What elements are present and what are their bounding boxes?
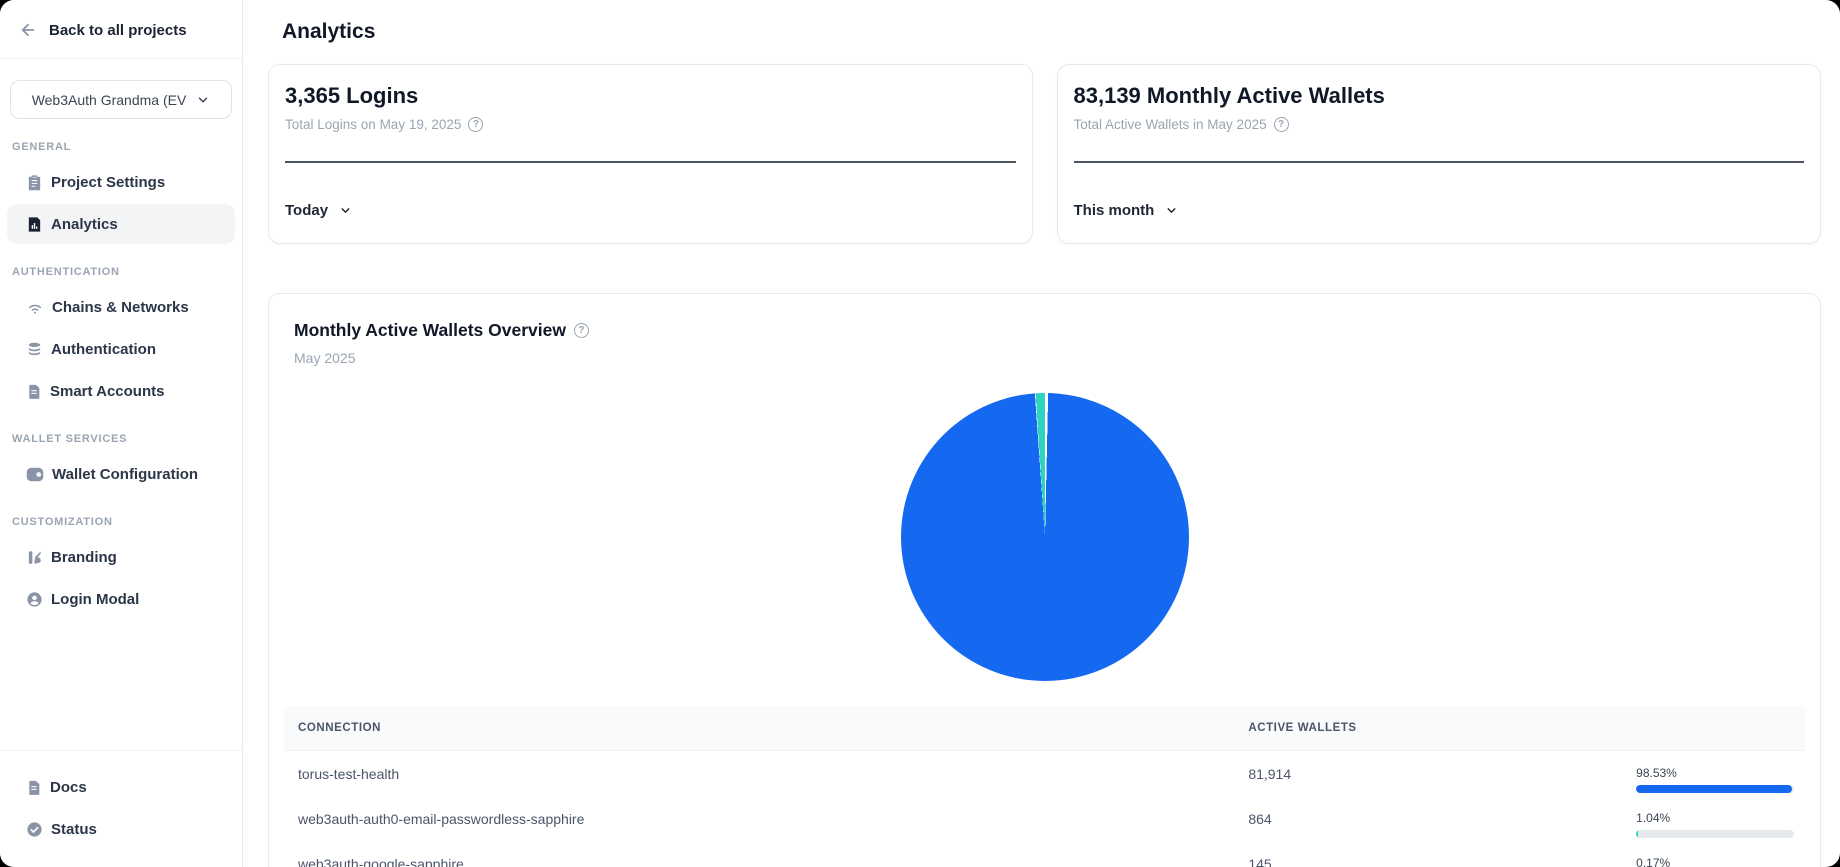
connections-table: CONNECTION ACTIVE WALLETS torus-test-hea… bbox=[284, 706, 1805, 867]
sidebar-nav: GENERAL Project Settings Analytics AUTHE… bbox=[0, 119, 242, 750]
percent-label: 98.53% bbox=[1636, 766, 1794, 780]
wallet-icon bbox=[26, 467, 44, 482]
sidebar-item-label: Smart Accounts bbox=[50, 383, 164, 400]
connection-name: web3auth-google-sapphire bbox=[284, 856, 1248, 867]
sidebar-item-authentication[interactable]: Authentication bbox=[7, 329, 235, 369]
section-label-wallet-services: WALLET SERVICES bbox=[12, 433, 230, 445]
main-content: Analytics 3,365 Logins Total Logins on M… bbox=[243, 0, 1840, 867]
active-wallets-pie-chart bbox=[901, 393, 1189, 681]
sidebar-item-analytics[interactable]: Analytics bbox=[7, 204, 235, 244]
clipboard-icon bbox=[26, 174, 43, 191]
sidebar-item-label: Status bbox=[51, 821, 97, 838]
logins-range-value: Today bbox=[285, 202, 328, 219]
percent-label: 1.04% bbox=[1636, 811, 1794, 825]
sidebar: Back to all projects Web3Auth Grandma (E… bbox=[0, 0, 243, 867]
sidebar-item-label: Branding bbox=[51, 549, 117, 566]
sidebar-item-chains-networks[interactable]: Chains & Networks bbox=[7, 287, 235, 327]
sidebar-item-label: Chains & Networks bbox=[52, 299, 189, 316]
percent-bar-track bbox=[1636, 785, 1794, 793]
table-row: torus-test-health 81,914 98.53% bbox=[284, 751, 1805, 796]
back-link-label: Back to all projects bbox=[49, 22, 187, 39]
database-icon bbox=[26, 341, 43, 358]
active-wallets-count: 145 bbox=[1248, 856, 1636, 867]
chart-title: Monthly Active Wallets Overview bbox=[294, 320, 566, 341]
sidebar-item-label: Login Modal bbox=[51, 591, 139, 608]
chevron-down-icon bbox=[196, 93, 210, 107]
project-selector-dropdown[interactable]: Web3Auth Grandma (EV bbox=[10, 80, 232, 119]
logins-metric-subtitle: Total Logins on May 19, 2025 bbox=[285, 117, 461, 132]
section-label-authentication: AUTHENTICATION bbox=[12, 266, 230, 278]
column-header-connection: CONNECTION bbox=[284, 722, 1248, 734]
logins-metric-card: 3,365 Logins Total Logins on May 19, 202… bbox=[268, 64, 1033, 244]
branding-paint-icon bbox=[26, 549, 43, 566]
active-wallets-metric-value: 83,139 Monthly Active Wallets bbox=[1074, 82, 1805, 110]
section-label-general: GENERAL bbox=[12, 141, 230, 153]
sidebar-item-status[interactable]: Status bbox=[7, 809, 235, 849]
bar-chart-icon bbox=[26, 216, 43, 233]
help-icon[interactable]: ? bbox=[468, 117, 483, 132]
metric-cards-row: 3,365 Logins Total Logins on May 19, 202… bbox=[268, 64, 1821, 244]
percent-bar-track bbox=[1636, 830, 1794, 838]
active-wallets-metric-card: 83,139 Monthly Active Wallets Total Acti… bbox=[1057, 64, 1822, 244]
sidebar-item-wallet-configuration[interactable]: Wallet Configuration bbox=[7, 454, 235, 494]
check-circle-icon bbox=[26, 821, 43, 838]
project-selector-value: Web3Auth Grandma (EV bbox=[32, 92, 187, 108]
connection-name: torus-test-health bbox=[284, 766, 1248, 782]
logins-metric-value: 3,365 Logins bbox=[285, 82, 1016, 110]
table-row: web3auth-auth0-email-passwordless-sapphi… bbox=[284, 796, 1805, 841]
chart-period-label: May 2025 bbox=[294, 350, 1805, 366]
card-divider bbox=[1074, 161, 1805, 163]
connection-name: web3auth-auth0-email-passwordless-sapphi… bbox=[284, 811, 1248, 827]
sidebar-item-branding[interactable]: Branding bbox=[7, 537, 235, 577]
sidebar-item-login-modal[interactable]: Login Modal bbox=[7, 579, 235, 619]
sidebar-item-label: Docs bbox=[50, 779, 87, 796]
arrow-left-icon bbox=[19, 21, 37, 39]
sidebar-item-label: Project Settings bbox=[51, 174, 165, 191]
sidebar-item-docs[interactable]: Docs bbox=[7, 767, 235, 807]
percent-bar-fill bbox=[1636, 830, 1638, 838]
chevron-down-icon bbox=[1165, 204, 1178, 217]
user-circle-icon bbox=[26, 591, 43, 608]
active-wallets-count: 81,914 bbox=[1248, 766, 1636, 782]
card-divider bbox=[285, 161, 1016, 163]
docs-icon bbox=[26, 779, 42, 796]
sidebar-item-label: Analytics bbox=[51, 216, 118, 233]
active-wallets-count: 864 bbox=[1248, 811, 1636, 827]
help-icon[interactable]: ? bbox=[1274, 117, 1289, 132]
percent-label: 0.17% bbox=[1636, 856, 1794, 867]
chevron-down-icon bbox=[339, 204, 352, 217]
active-wallets-metric-subtitle: Total Active Wallets in May 2025 bbox=[1074, 117, 1267, 132]
percent-bar-fill bbox=[1636, 785, 1792, 793]
sidebar-item-label: Wallet Configuration bbox=[52, 466, 198, 483]
monthly-active-wallets-overview-card: Monthly Active Wallets Overview ? May 20… bbox=[268, 293, 1821, 867]
web3auth-dashboard-window: Back to all projects Web3Auth Grandma (E… bbox=[0, 0, 1840, 867]
table-row: web3auth-google-sapphire 145 0.17% bbox=[284, 841, 1805, 867]
logins-range-dropdown[interactable]: Today bbox=[285, 202, 352, 219]
section-label-customization: CUSTOMIZATION bbox=[12, 516, 230, 528]
page-title: Analytics bbox=[282, 20, 1821, 44]
back-to-projects-link[interactable]: Back to all projects bbox=[0, 0, 242, 59]
sidebar-item-label: Authentication bbox=[51, 341, 156, 358]
document-icon bbox=[26, 383, 42, 400]
active-wallets-range-value: This month bbox=[1074, 202, 1155, 219]
help-icon[interactable]: ? bbox=[574, 323, 589, 338]
sidebar-footer: Docs Status bbox=[0, 750, 242, 867]
wifi-icon bbox=[26, 298, 44, 316]
table-header-row: CONNECTION ACTIVE WALLETS bbox=[284, 706, 1805, 751]
sidebar-item-smart-accounts[interactable]: Smart Accounts bbox=[7, 371, 235, 411]
column-header-active-wallets: ACTIVE WALLETS bbox=[1248, 722, 1636, 734]
active-wallets-range-dropdown[interactable]: This month bbox=[1074, 202, 1179, 219]
sidebar-item-project-settings[interactable]: Project Settings bbox=[7, 162, 235, 202]
